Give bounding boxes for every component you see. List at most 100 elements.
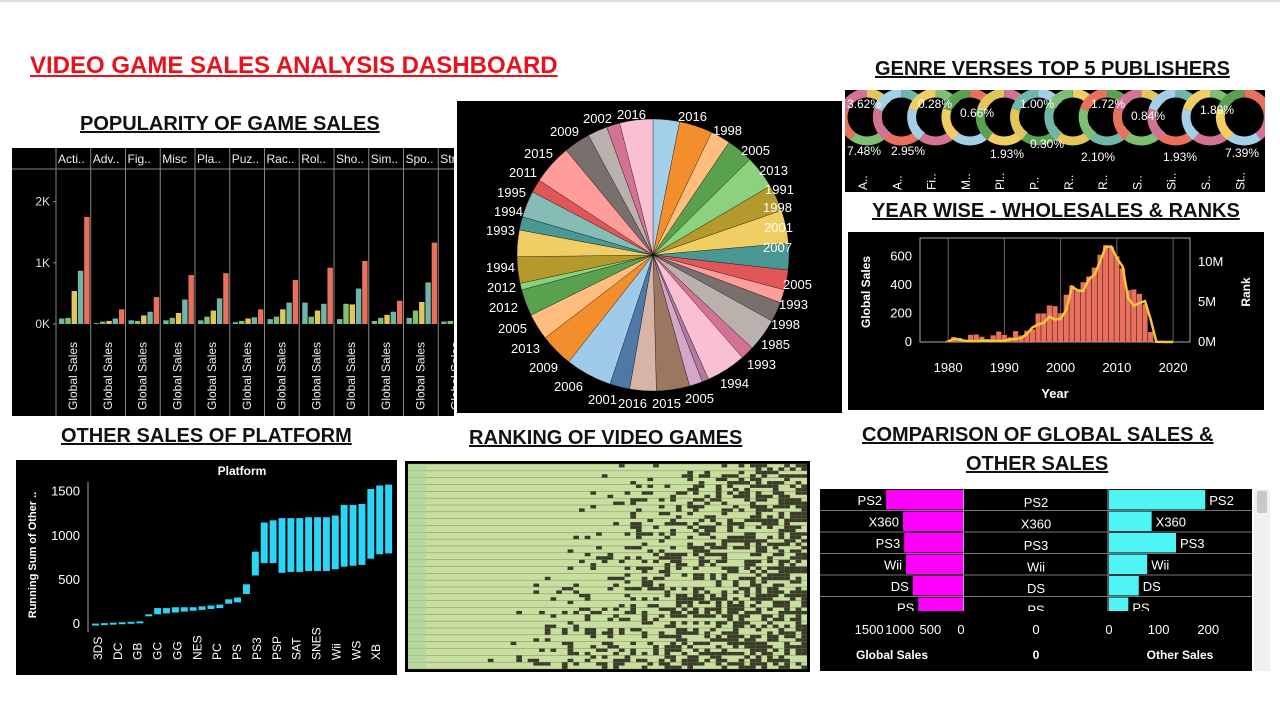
heatmap-cell xyxy=(681,638,688,642)
heatmap-cell xyxy=(789,556,796,560)
heatmap-cell xyxy=(744,487,750,492)
heatmap-cell xyxy=(596,610,602,615)
heatmap-cell xyxy=(778,549,785,553)
heatmap-cell xyxy=(727,566,733,570)
heatmap-cell xyxy=(584,617,591,622)
heatmap-cell xyxy=(727,610,733,615)
heatmap-cell xyxy=(721,501,728,505)
heatmap-cell xyxy=(767,634,773,639)
heatmap-cell xyxy=(744,532,750,536)
heatmap-cell xyxy=(750,662,756,666)
percent-label: 1.72% xyxy=(1091,97,1125,111)
heatmap-cell xyxy=(675,508,682,512)
bar xyxy=(77,270,84,324)
heatmap-cell xyxy=(675,597,682,601)
heatmap-cell xyxy=(755,491,762,495)
category-label: PS2 xyxy=(1024,495,1049,510)
heatmap-cell xyxy=(664,552,671,557)
heatmap-cell xyxy=(727,614,733,618)
heatmap-cell xyxy=(675,631,682,635)
heatmap-cell xyxy=(795,638,802,642)
heatmap-cell xyxy=(761,569,768,574)
heatmap-cell xyxy=(795,515,802,519)
heatmap-cell xyxy=(767,658,773,663)
heatmap-cell xyxy=(801,467,807,471)
heatmap-cell xyxy=(778,563,785,567)
heatmap-cell xyxy=(784,528,790,533)
scrollbar-thumb[interactable] xyxy=(1257,491,1267,513)
heatmap-cell xyxy=(715,658,722,663)
column-header: Fig.. xyxy=(128,152,151,166)
heatmap-cell xyxy=(590,610,597,615)
heatmap-cell xyxy=(664,566,671,570)
heatmap-cell xyxy=(624,580,631,584)
heatmap-cell xyxy=(778,600,785,605)
heatmap-cell xyxy=(590,634,597,639)
heatmap-cell xyxy=(732,641,739,646)
genre-column-label: R.. xyxy=(1096,175,1110,190)
other-sales-title: OTHER SALES OF PLATFORM xyxy=(61,425,352,447)
heatmap-cell xyxy=(693,641,699,646)
heatmap-cell xyxy=(789,474,796,478)
heatmap-cell xyxy=(687,474,693,478)
y-tick-label: 200 xyxy=(890,305,912,320)
heatmap-cell xyxy=(784,648,790,652)
heatmap-cell xyxy=(567,566,574,570)
pie-label: 1998 xyxy=(763,200,792,215)
category-label: PS2 xyxy=(1209,493,1234,508)
heatmap-cell xyxy=(750,563,756,567)
percent-label: 7.39% xyxy=(1225,146,1259,160)
heatmap-cell xyxy=(704,631,711,635)
heatmap-cell xyxy=(675,491,682,495)
heatmap-cell xyxy=(601,556,608,560)
heatmap-cell xyxy=(653,617,659,622)
heatmap-cell xyxy=(767,470,773,475)
pie-label: 2009 xyxy=(550,124,579,139)
heatmap-cell xyxy=(670,610,676,615)
heatmap-cell xyxy=(624,566,631,570)
heatmap-cell xyxy=(567,600,574,605)
platform-bar xyxy=(198,606,206,610)
heatmap-cell xyxy=(789,566,796,570)
percent-label: 7.48% xyxy=(847,144,881,158)
heatmap-cell xyxy=(744,576,750,581)
heatmap-cell xyxy=(761,498,768,502)
bar xyxy=(431,242,438,324)
heatmap-cell xyxy=(533,662,540,666)
heatmap-cell xyxy=(715,621,722,625)
heatmap-cell xyxy=(721,556,728,560)
heatmap-cell xyxy=(544,628,551,632)
heatmap-cell xyxy=(744,621,750,625)
heatmap-cell xyxy=(596,556,602,560)
other-sales-bar xyxy=(1109,554,1148,574)
heatmap-cell xyxy=(636,522,642,526)
heatmap-cell xyxy=(755,467,762,471)
heatmap-cell xyxy=(641,566,648,570)
heatmap-cell xyxy=(601,559,608,564)
heatmap-cell xyxy=(772,593,779,598)
genre-column-label: St.. xyxy=(1233,172,1247,190)
heatmap-cell xyxy=(675,638,682,642)
heatmap-cell xyxy=(721,546,728,550)
pie-label: 1993 xyxy=(747,357,776,372)
y-tick-label: 0K xyxy=(35,317,50,331)
heatmap-cell xyxy=(670,532,676,536)
heatmap-cell xyxy=(767,576,773,581)
heatmap-cell xyxy=(750,610,756,615)
platform-label: NES xyxy=(190,635,204,660)
heatmap-cell xyxy=(693,621,699,625)
heatmap-cell xyxy=(795,511,802,516)
comparison-scrollbar[interactable] xyxy=(1254,489,1270,671)
heatmap-cell xyxy=(727,569,733,574)
heatmap-cell xyxy=(750,515,756,519)
heatmap-cell xyxy=(750,539,756,543)
x-tick-label: 0 xyxy=(1105,622,1112,637)
heatmap-cell xyxy=(767,593,773,598)
heatmap-cell xyxy=(681,658,688,663)
heatmap-cell xyxy=(630,501,636,505)
heatmap-cell xyxy=(738,662,745,666)
bar xyxy=(390,311,397,324)
platform-label: PSP xyxy=(270,636,284,660)
heatmap-cell xyxy=(658,662,665,666)
heatmap-cell xyxy=(801,552,807,557)
